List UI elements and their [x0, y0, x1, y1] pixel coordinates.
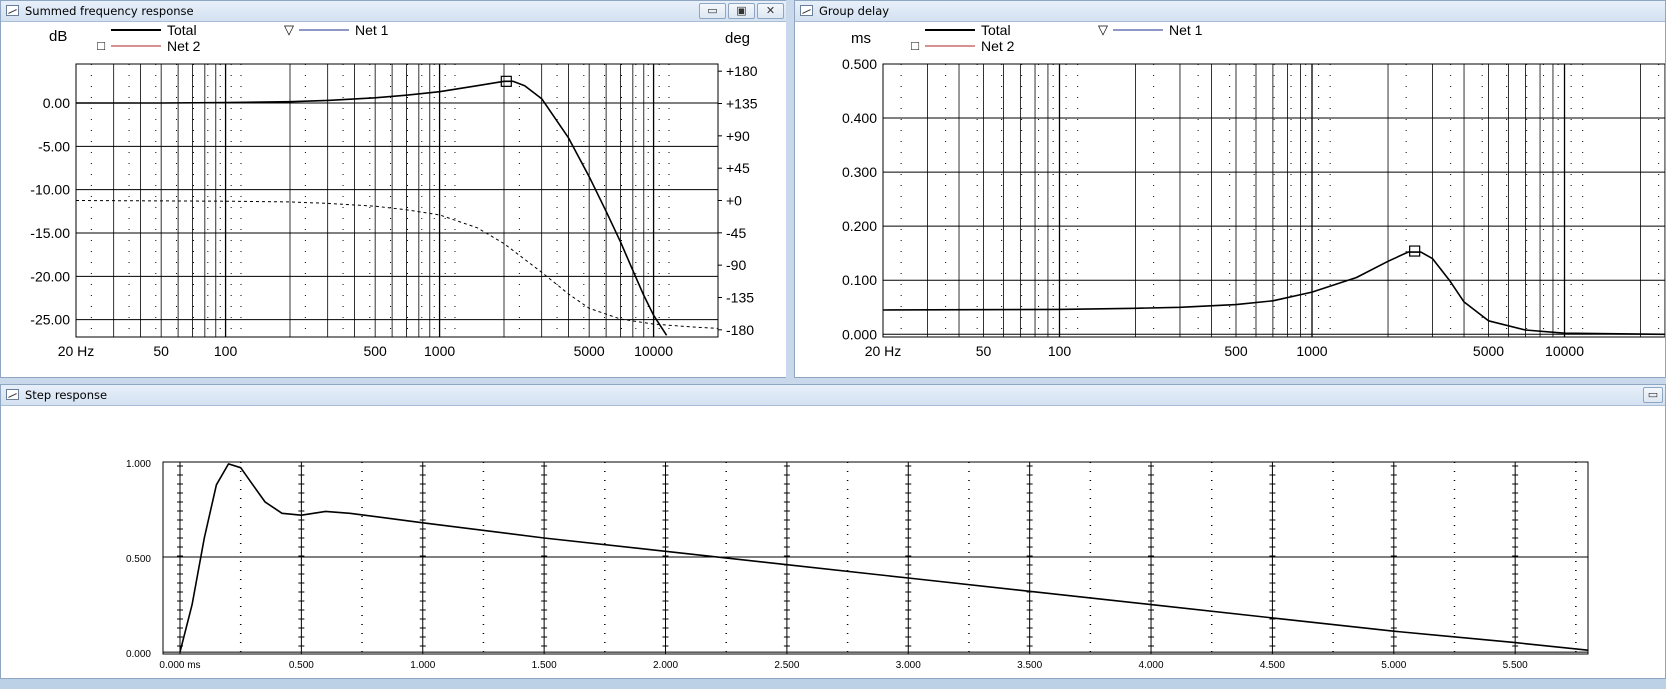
step-plot-area: [162, 461, 1589, 655]
group-panel: ms Total ▽ Net 1 □ Net 2 0.500 0.400 0.300 0.200 0…: [795, 22, 1665, 377]
step-x-tick-label-10: 5.000: [1381, 660, 1406, 671]
group-window: Group delay ms Total ▽ Net 1 □ Net 2 0.500 0.40…: [794, 0, 1666, 378]
freq-panel: dB deg Total ▽ Net 1 □ Net 2 0.00 -5.00 -10.00 -15…: [1, 22, 786, 377]
group-chart: ms Total ▽ Net 1 □ Net 2 0.500 0.400 0.300 0.200 0…: [842, 22, 1665, 359]
minimize-button[interactable]: ▭: [1643, 387, 1663, 403]
step-x-tick-label-8: 4.000: [1139, 660, 1164, 671]
step-window: Step response ▭ 1.000 0.500 0.000 0.000 ms 0…: [0, 384, 1666, 679]
freq-y-tick-label-1: -5.00: [38, 138, 70, 154]
step-y-tick-label-0: 1.000: [126, 459, 151, 470]
freq-legend-label-1: Net 1: [355, 22, 389, 38]
step-x-tick-label-3: 1.500: [532, 660, 557, 671]
freq-y2-tick-label-6: -90: [726, 257, 746, 273]
step-x-tick-label-9: 4.500: [1260, 660, 1285, 671]
group-legend-label-2: Net 2: [981, 38, 1015, 54]
group-x-tick-label-0: 20 Hz: [865, 343, 902, 359]
freq-window: Summed frequency response ▭ ▣ ✕ dB deg Tot…: [0, 0, 787, 378]
freq-x-tick-label-0: 20 Hz: [58, 343, 95, 359]
chart-window-icon: [6, 5, 19, 16]
status-strip: [0, 679, 1666, 689]
freq-y2-tick-label-5: -45: [726, 225, 746, 241]
group-x-tick-label-3: 500: [1224, 343, 1248, 359]
vertical-splitter[interactable]: [786, 0, 794, 378]
group-x-tick-label-6: 10000: [1545, 343, 1584, 359]
freq-y-tick-label-0: 0.00: [43, 95, 70, 111]
minimize-button[interactable]: ▭: [699, 3, 726, 19]
freq-title: Summed frequency response: [25, 4, 194, 18]
freq-y-tick-label-5: -25.00: [30, 312, 70, 328]
group-y-tick-label-0: 0.500: [842, 56, 877, 72]
freq-y2-tick-label-2: +90: [726, 128, 750, 144]
step-chart: 1.000 0.500 0.000 0.000 ms 0.500 1.000 1.500 2.…: [126, 459, 1589, 671]
freq-x-tick-label-3: 500: [363, 343, 387, 359]
step-x-tick-label-1: 0.500: [289, 660, 314, 671]
group-legend-label-1: Net 1: [1169, 22, 1203, 38]
step-x-tick-label-2: 1.000: [410, 660, 435, 671]
step-x-tick-label-11: 5.500: [1503, 660, 1528, 671]
group-y-tick-label-3: 0.200: [842, 218, 877, 234]
restore-button[interactable]: ▣: [728, 3, 755, 19]
freq-y2-tick-label-1: +135: [726, 96, 758, 112]
freq-x-tick-label-4: 1000: [424, 343, 455, 359]
step-panel: 1.000 0.500 0.000 0.000 ms 0.500 1.000 1.500 2.…: [1, 406, 1665, 678]
freq-y-tick-label-3: -15.00: [30, 225, 70, 241]
freq-legend-marker-2: □: [97, 38, 105, 53]
group-x-tick-label-4: 1000: [1296, 343, 1327, 359]
step-title: Step response: [25, 388, 108, 402]
freq-y-tick-label-4: -20.00: [30, 268, 70, 284]
group-y-tick-label-5: 0.000: [842, 326, 877, 342]
group-plot-area: [882, 63, 1665, 338]
group-legend-marker-1: ▽: [1098, 22, 1108, 37]
group-y-tick-label-4: 0.100: [842, 272, 877, 288]
close-button[interactable]: ✕: [757, 3, 784, 19]
group-y-tick-label-2: 0.300: [842, 164, 877, 180]
step-y-tick-label-1: 0.500: [126, 554, 151, 565]
group-title: Group delay: [819, 4, 890, 18]
group-legend-marker-2: □: [911, 38, 919, 53]
freq-titlebar[interactable]: Summed frequency response ▭ ▣ ✕: [1, 1, 786, 22]
chart-window-icon: [6, 389, 19, 400]
group-y-tick-label-1: 0.400: [842, 110, 877, 126]
step-x-tick-label-5: 2.500: [774, 660, 799, 671]
freq-x-tick-label-1: 50: [153, 343, 169, 359]
group-x-tick-label-1: 50: [976, 343, 992, 359]
group-titlebar[interactable]: Group delay: [795, 1, 1665, 22]
freq-y2-tick-label-3: +45: [726, 160, 750, 176]
freq-x-tick-label-6: 10000: [634, 343, 673, 359]
step-x-tick-label-6: 3.000: [896, 660, 921, 671]
freq-legend-label-0: Total: [167, 22, 197, 38]
freq-y-tick-label-2: -10.00: [30, 182, 70, 198]
freq-right-unit: deg: [725, 30, 750, 47]
step-x-tick-label-7: 3.500: [1017, 660, 1042, 671]
step-y-tick-label-2: 0.000: [126, 649, 151, 660]
freq-x-tick-label-2: 100: [214, 343, 238, 359]
freq-y2-tick-label-0: +180: [726, 63, 758, 79]
freq-y2-tick-label-7: -135: [726, 289, 754, 305]
freq-chart: dB deg Total ▽ Net 1 □ Net 2 0.00 -5.00 -10.00 -15…: [30, 22, 758, 359]
freq-legend-label-2: Net 2: [167, 38, 201, 54]
group-x-tick-label-2: 100: [1048, 343, 1072, 359]
freq-left-unit: dB: [49, 28, 67, 45]
step-x-tick-label-0: 0.000 ms: [159, 660, 200, 671]
step-titlebar[interactable]: Step response ▭: [1, 385, 1665, 406]
freq-legend-marker-1: ▽: [284, 22, 294, 37]
freq-y2-tick-label-8: -180: [726, 322, 754, 338]
freq-y2-tick-label-4: +0: [726, 193, 742, 209]
group-left-unit: ms: [851, 30, 871, 47]
group-legend-label-0: Total: [981, 22, 1011, 38]
freq-x-tick-label-5: 5000: [574, 343, 605, 359]
chart-window-icon: [800, 5, 813, 16]
step-x-tick-label-4: 2.000: [653, 660, 678, 671]
group-x-tick-label-5: 5000: [1473, 343, 1504, 359]
